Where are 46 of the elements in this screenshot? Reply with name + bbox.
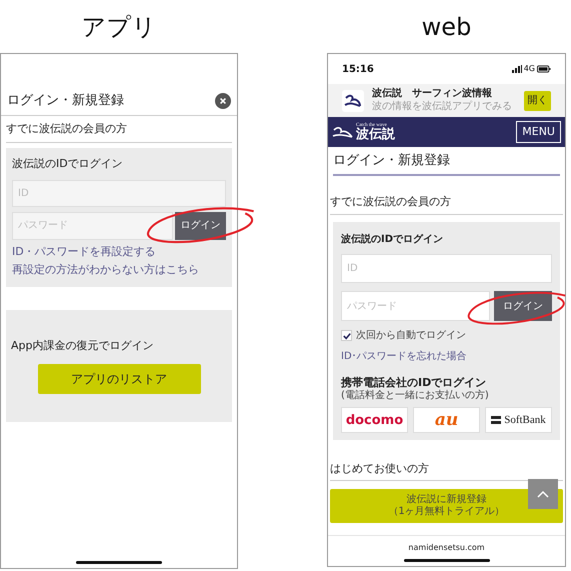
id-field[interactable]: ID	[12, 180, 226, 206]
menu-button[interactable]: MENU	[516, 121, 561, 143]
login-heading: 波伝説のIDでログイン	[341, 232, 444, 247]
login-button[interactable]: ログイン	[494, 291, 552, 321]
login-button[interactable]: ログイン	[175, 212, 226, 240]
forgot-link[interactable]: ID･パスワードを忘れた場合	[341, 349, 552, 364]
banner-subtitle: 波の情報を波伝説アプリでみる	[372, 100, 513, 113]
id-field[interactable]: ID	[341, 254, 552, 283]
status-time: 15:16	[342, 62, 374, 76]
password-field[interactable]: パスワード	[341, 291, 490, 321]
app-icon	[342, 90, 364, 112]
carrier-logo: SoftBank	[504, 413, 546, 428]
login-heading: 波伝説のIDでログイン	[12, 156, 124, 172]
network-label: 4G	[524, 63, 535, 75]
restore-text: App内課金の復元でログイン	[11, 338, 154, 354]
register-button[interactable]: 波伝説に新規登録 （1ヶ月無料トライアル）	[330, 489, 563, 524]
section-heading: すでに波伝説の会員の方	[330, 194, 451, 210]
panel-caption: アプリ	[82, 12, 156, 42]
signal-icon	[512, 65, 522, 73]
page-title: ログイン・新規登録	[333, 152, 450, 170]
carrier-note: (電話料金と一緒にお支払いの方)	[341, 390, 490, 402]
remember-label: 次回から自動でログイン	[356, 329, 466, 343]
carrier-button[interactable]: SoftBank	[485, 407, 552, 434]
password-field[interactable]: パスワード	[12, 212, 173, 240]
remember-checkbox[interactable]	[341, 330, 352, 341]
section-heading: すでに波伝説の会員の方	[6, 120, 127, 137]
wave-logo-icon	[332, 125, 354, 139]
carrier-logo: docomo	[346, 412, 404, 430]
panel-caption: web	[422, 12, 472, 42]
banner-title: 波伝説 サーフィン波情報	[372, 88, 493, 100]
chevron-up-icon	[537, 490, 549, 498]
bars-icon	[491, 416, 502, 424]
close-icon[interactable]	[215, 92, 231, 108]
site-url: namidensetsu.com	[408, 542, 485, 554]
carrier-button[interactable]: au	[413, 407, 480, 434]
dialog-title: ログイン・新規登録	[7, 92, 124, 110]
carrier-heading: 携帯電話会社のIDでログイン	[341, 376, 488, 390]
help-link[interactable]: ID・パスワードを再設定する	[12, 244, 226, 260]
open-button[interactable]: 開く	[524, 90, 551, 110]
section-heading: はじめてお使いの方	[330, 460, 429, 476]
restore-button[interactable]: アプリのリストア	[38, 364, 200, 394]
logo-text: 波伝説	[356, 128, 395, 141]
battery-icon	[537, 65, 551, 73]
help-link[interactable]: 再設定の方法がわからない方はこちら	[12, 262, 226, 278]
carrier-button[interactable]: docomo	[341, 407, 408, 434]
carrier-logo: au	[434, 412, 458, 429]
